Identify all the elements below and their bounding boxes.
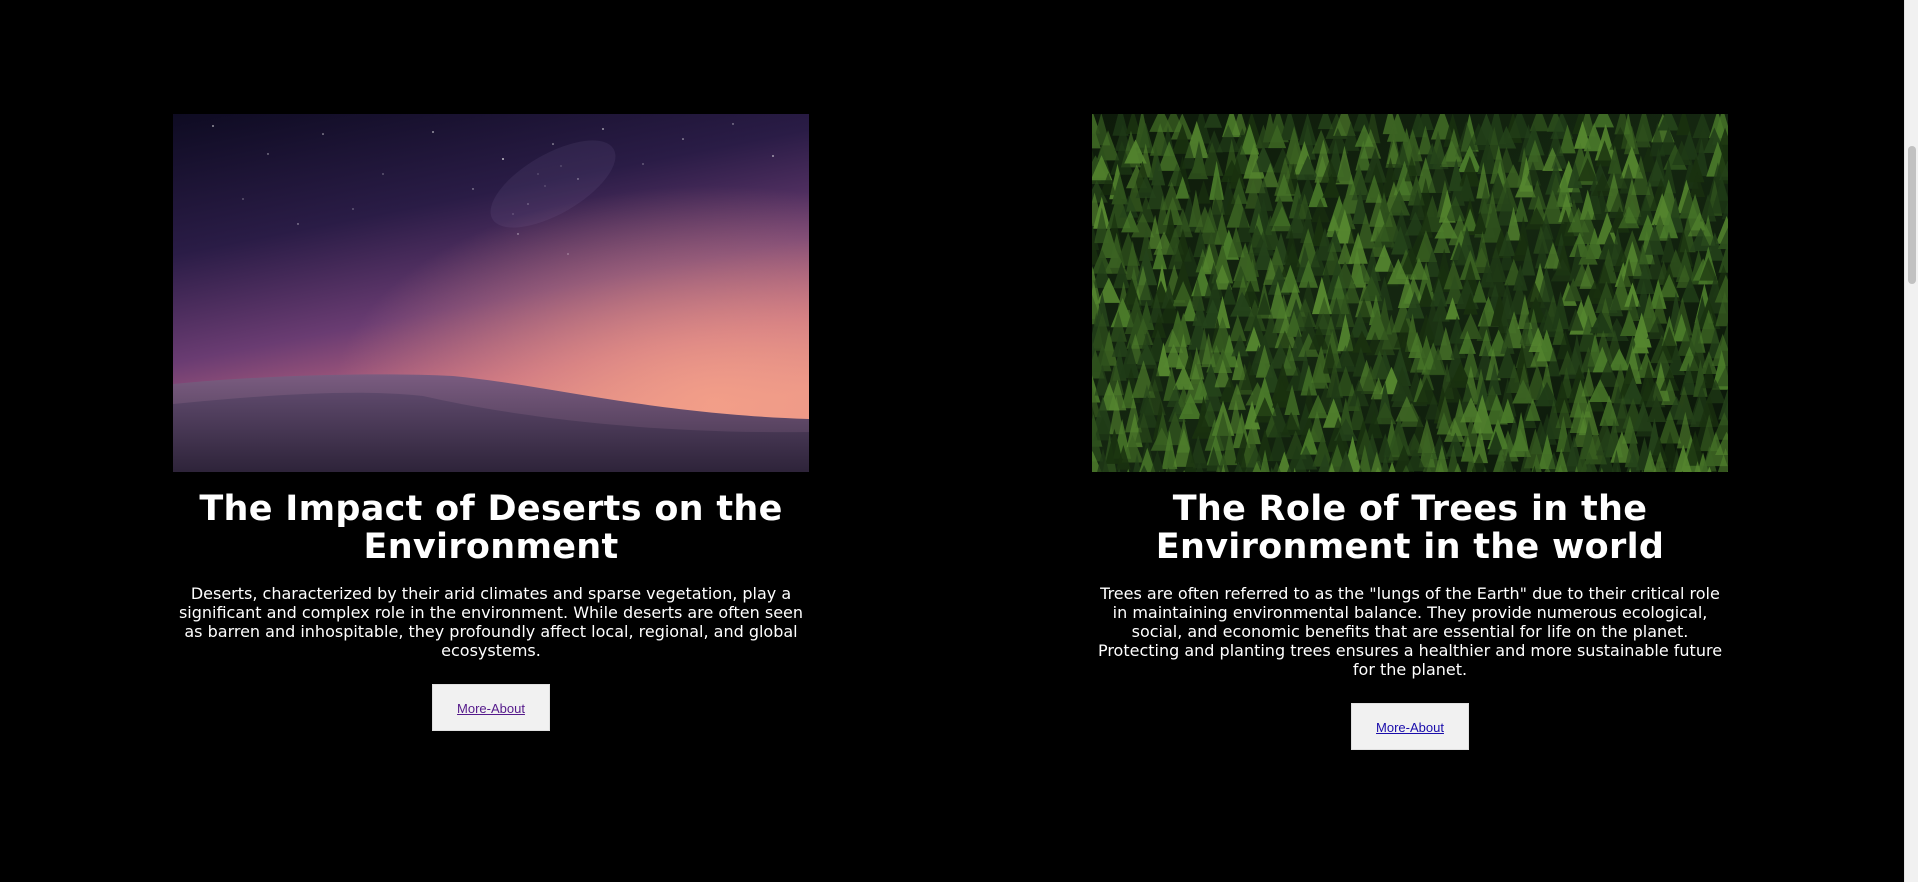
scrollbar-thumb[interactable] <box>1908 146 1916 284</box>
trees-card: The Role of Trees in the Environment in … <box>1092 114 1728 750</box>
page: The Impact of Deserts on the Environment… <box>0 0 1918 882</box>
desert-card: The Impact of Deserts on the Environment… <box>173 114 809 731</box>
card-description: Deserts, characterized by their arid cli… <box>178 584 804 660</box>
vertical-scrollbar[interactable] <box>1904 0 1918 882</box>
card-title: The Role of Trees in the Environment in … <box>1155 489 1665 567</box>
card-description: Trees are often referred to as the "lung… <box>1097 584 1723 679</box>
desert-image <box>173 114 809 472</box>
more-about-button[interactable]: More-About <box>1351 703 1469 750</box>
card-title: The Impact of Deserts on the Environment <box>199 489 783 567</box>
more-about-button[interactable]: More-About <box>432 684 550 731</box>
forest-image <box>1092 114 1728 472</box>
